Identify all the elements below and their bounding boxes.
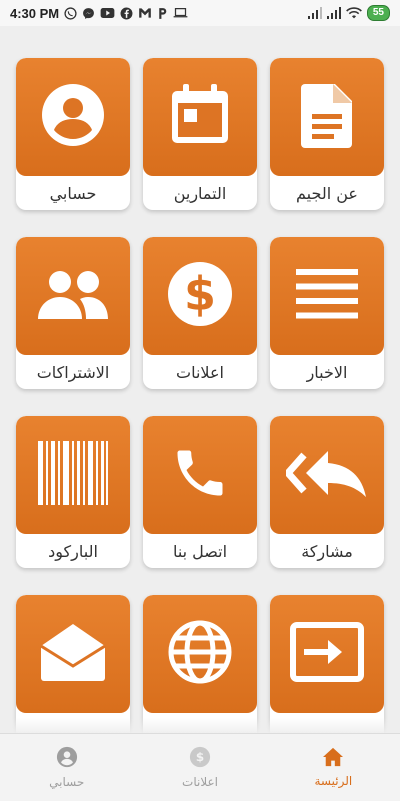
- tile-icon-area: [16, 237, 130, 355]
- nav-account[interactable]: حسابي: [0, 734, 133, 801]
- globe-icon: [167, 619, 233, 689]
- account-icon: [56, 746, 78, 771]
- home-icon: [322, 747, 344, 770]
- tile-news[interactable]: الاخبار: [270, 237, 384, 389]
- whatsapp-icon: [64, 6, 77, 20]
- signal-icon: [326, 7, 341, 19]
- nav-home-label: الرئيسة: [314, 774, 353, 788]
- ads-icon: $: [189, 746, 211, 771]
- p-app-icon: [157, 7, 168, 20]
- news-list-icon: [296, 269, 358, 323]
- status-left: 4:30 PM: [10, 6, 188, 21]
- facebook-icon: [120, 7, 133, 20]
- svg-text:$: $: [184, 267, 216, 321]
- tile-icon-area: [16, 58, 130, 176]
- tile-icon-area: [270, 416, 384, 534]
- logout-icon: [290, 622, 364, 686]
- tile-ads[interactable]: $ اعلانات: [143, 237, 257, 389]
- gmail-icon: [138, 7, 152, 19]
- tile-icon-area: [270, 595, 384, 713]
- tile-label: اتصل بنا: [172, 541, 228, 561]
- menu-grid: حسابي التمارين عن الجيم الاشتراكات $ اعل…: [16, 58, 384, 747]
- status-time: 4:30 PM: [10, 5, 60, 21]
- dollar-icon: $: [166, 260, 234, 332]
- tile-icon-area: $: [143, 237, 257, 355]
- laptop-icon: [173, 7, 188, 19]
- tile-workouts[interactable]: التمارين: [143, 58, 257, 210]
- tile-icon-area: [270, 58, 384, 176]
- tile-icon-area: [16, 416, 130, 534]
- barcode-icon: [38, 441, 108, 509]
- signal-icon: [307, 7, 322, 19]
- mail-open-icon: [39, 622, 107, 686]
- bottom-nav: الرئيسة $ اعلانات حسابي: [0, 733, 400, 801]
- tile-label: الباركود: [48, 541, 98, 561]
- document-icon: [300, 82, 354, 152]
- phone-icon: [170, 443, 230, 507]
- tile-label: التمارين: [173, 183, 227, 203]
- tile-icon-area: [270, 237, 384, 355]
- nav-ads[interactable]: $ اعلانات: [133, 734, 266, 801]
- status-bar: 4:30 PM 55: [0, 0, 400, 26]
- people-icon: [36, 269, 110, 323]
- tile-label: الاخبار: [306, 362, 348, 382]
- account-icon: [40, 82, 106, 152]
- tile-label: اعلانات: [176, 362, 224, 382]
- svg-text:$: $: [196, 750, 204, 764]
- calendar-icon: [169, 83, 231, 151]
- nav-home[interactable]: الرئيسة: [267, 734, 400, 801]
- tile-icon-area: [143, 58, 257, 176]
- messenger-icon: [82, 7, 95, 20]
- battery-icon: 55: [366, 5, 390, 21]
- tile-icon-area: [143, 416, 257, 534]
- scroll-fade: [0, 718, 400, 734]
- tile-share[interactable]: مشاركة: [270, 416, 384, 568]
- tile-icon-area: [143, 595, 257, 713]
- share-icon: [284, 447, 368, 503]
- youtube-icon: [100, 7, 115, 19]
- tile-label: مشاركة: [301, 541, 353, 561]
- nav-ads-label: اعلانات: [182, 775, 218, 789]
- tile-icon-area: [16, 595, 130, 713]
- status-right: 55: [307, 5, 390, 21]
- tile-subscriptions[interactable]: الاشتراكات: [16, 237, 130, 389]
- tile-label: عن الجيم: [296, 183, 358, 203]
- tile-account[interactable]: حسابي: [16, 58, 130, 210]
- tile-about-gym[interactable]: عن الجيم: [270, 58, 384, 210]
- tile-label: حسابي: [49, 183, 97, 203]
- nav-account-label: حسابي: [49, 775, 85, 789]
- tile-barcode[interactable]: الباركود: [16, 416, 130, 568]
- tile-label: الاشتراكات: [36, 362, 110, 382]
- wifi-icon: [345, 7, 362, 19]
- tile-contact-us[interactable]: اتصل بنا: [143, 416, 257, 568]
